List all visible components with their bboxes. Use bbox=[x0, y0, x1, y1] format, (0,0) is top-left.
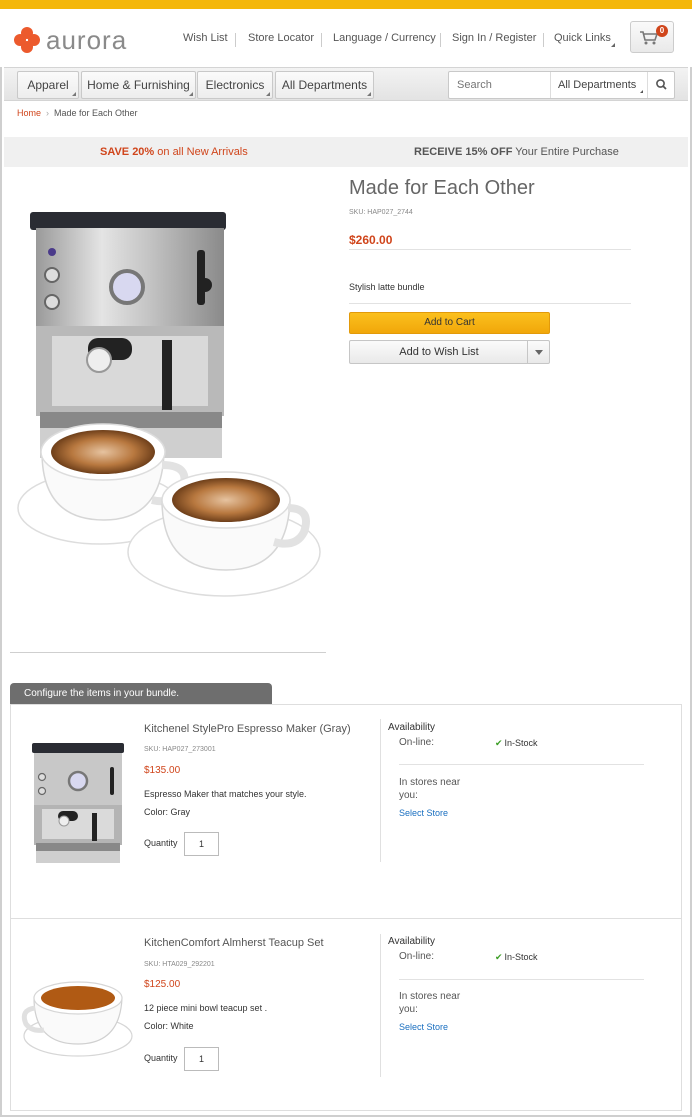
teacup-thumbnail bbox=[21, 981, 133, 1057]
bundle-item-name[interactable]: Kitchenel StylePro Espresso Maker (Gray) bbox=[144, 723, 351, 735]
wish-list-split-button: Add to Wish List bbox=[349, 340, 550, 364]
bundle-item-sku: SKU: HAP027_273001 bbox=[144, 746, 216, 753]
cart-count-badge: 0 bbox=[656, 25, 668, 37]
stock-status-text: In-Stock bbox=[504, 738, 538, 748]
accent-bar bbox=[0, 0, 692, 9]
divider bbox=[440, 33, 441, 47]
quick-links-menu[interactable]: Quick Links bbox=[554, 32, 611, 44]
divider bbox=[380, 719, 381, 862]
wish-list-dropdown-button[interactable] bbox=[527, 341, 549, 363]
promo-right-bold: RECEIVE 15% OFF bbox=[414, 146, 513, 158]
quantity-input[interactable] bbox=[184, 1047, 219, 1071]
divider bbox=[235, 33, 236, 47]
divider bbox=[543, 33, 544, 47]
dept-apparel[interactable]: Apparel bbox=[17, 71, 79, 99]
online-label: On-line: bbox=[399, 951, 435, 962]
dept-label: Home & Furnishing bbox=[87, 78, 190, 92]
promo-left-bold: SAVE 20% bbox=[100, 146, 155, 158]
bundle-config-tab: Configure the items in your bundle. bbox=[10, 683, 272, 705]
bundle-item-description: 12 piece mini bowl teacup set . bbox=[144, 1003, 268, 1013]
divider bbox=[380, 934, 381, 1077]
store-locator-link[interactable]: Store Locator bbox=[248, 32, 314, 44]
add-to-wish-list-button[interactable]: Add to Wish List bbox=[350, 341, 528, 363]
department-navbar: Apparel Home & Furnishing Electronics Al… bbox=[4, 67, 688, 101]
divider bbox=[349, 303, 631, 304]
dept-label: All Departments bbox=[281, 78, 368, 92]
search-input[interactable] bbox=[449, 72, 550, 98]
language-currency-link[interactable]: Language / Currency bbox=[333, 32, 436, 44]
availability-heading: Availability bbox=[388, 722, 436, 733]
espresso-maker-thumbnail bbox=[32, 743, 124, 863]
wish-list-link[interactable]: Wish List bbox=[183, 32, 228, 44]
online-stock-status: ✔ In-Stock bbox=[495, 952, 538, 963]
breadcrumb: Home › Made for Each Other bbox=[17, 108, 138, 118]
promo-new-arrivals[interactable]: SAVE 20% on all New Arrivals bbox=[100, 137, 248, 167]
checkmark-icon: ✔ bbox=[495, 952, 503, 962]
availability-heading: Availability bbox=[388, 936, 436, 947]
stores-near-you-label: In stores near you: bbox=[399, 991, 461, 1015]
bundle-item-name[interactable]: KitchenComfort Almherst Teacup Set bbox=[144, 937, 324, 949]
header-links: Wish List Store Locator Language / Curre… bbox=[0, 31, 692, 49]
add-to-cart-button[interactable]: Add to Cart bbox=[349, 312, 550, 334]
bundle-item-price: $125.00 bbox=[144, 979, 181, 990]
breadcrumb-separator: › bbox=[46, 108, 50, 118]
divider bbox=[349, 249, 631, 250]
dept-all-departments[interactable]: All Departments bbox=[275, 71, 374, 99]
dept-label: Apparel bbox=[27, 78, 69, 92]
quantity-input[interactable] bbox=[184, 832, 219, 856]
search-icon bbox=[656, 79, 667, 90]
stock-status-text: In-Stock bbox=[504, 952, 538, 962]
divider bbox=[10, 652, 326, 653]
online-stock-status: ✔ In-Stock bbox=[495, 738, 538, 749]
breadcrumb-current: Made for Each Other bbox=[54, 108, 138, 118]
quantity-label: Quantity bbox=[144, 838, 178, 848]
product-title: Made for Each Other bbox=[349, 177, 535, 199]
corner-caret-icon bbox=[367, 92, 371, 96]
cart-button[interactable]: 0 bbox=[630, 21, 674, 53]
search-department-select[interactable]: All Departments bbox=[550, 72, 647, 98]
select-store-link[interactable]: Select Store bbox=[399, 808, 448, 818]
divider bbox=[321, 33, 322, 47]
divider bbox=[399, 979, 644, 980]
online-label: On-line: bbox=[399, 737, 435, 748]
bundle-item-price: $135.00 bbox=[144, 765, 181, 776]
bundle-item-description: Espresso Maker that matches your style. bbox=[144, 789, 307, 799]
promo-banner: SAVE 20% on all New Arrivals RECEIVE 15%… bbox=[4, 137, 688, 167]
dept-home-furnishing[interactable]: Home & Furnishing bbox=[81, 71, 196, 99]
search-bar: All Departments bbox=[448, 71, 675, 99]
dept-label: Electronics bbox=[205, 78, 265, 92]
sign-in-link[interactable]: Sign In / Register bbox=[452, 32, 536, 44]
product-price: $260.00 bbox=[349, 233, 393, 247]
divider bbox=[10, 918, 682, 919]
cart-icon bbox=[640, 31, 658, 45]
bundle-item-color: Color: Gray bbox=[144, 807, 191, 817]
divider bbox=[399, 764, 644, 765]
promo-left-text: on all New Arrivals bbox=[154, 146, 248, 158]
select-caret-icon bbox=[640, 90, 643, 93]
bundle-item-sku: SKU: HTA029_292201 bbox=[144, 961, 215, 968]
product-image bbox=[17, 212, 321, 597]
dept-electronics[interactable]: Electronics bbox=[197, 71, 273, 99]
product-sku: SKU: HAP027_2744 bbox=[349, 209, 413, 216]
chevron-down-icon bbox=[535, 350, 543, 355]
header: aurora Wish List Store Locator Language … bbox=[0, 9, 692, 67]
promo-entire-purchase[interactable]: RECEIVE 15% OFF Your Entire Purchase bbox=[414, 137, 619, 167]
quantity-label: Quantity bbox=[144, 1053, 178, 1063]
search-button[interactable] bbox=[647, 72, 674, 98]
breadcrumb-home-link[interactable]: Home bbox=[17, 108, 41, 118]
corner-caret-icon bbox=[189, 92, 193, 96]
bundle-item-color: Color: White bbox=[144, 1021, 194, 1031]
product-description: Stylish latte bundle bbox=[349, 282, 425, 292]
promo-right-text: Your Entire Purchase bbox=[512, 146, 619, 158]
quick-links-caret-icon bbox=[611, 43, 615, 47]
corner-caret-icon bbox=[266, 92, 270, 96]
checkmark-icon: ✔ bbox=[495, 738, 503, 748]
search-department-value: All Departments bbox=[558, 79, 637, 91]
corner-caret-icon bbox=[72, 92, 76, 96]
stores-near-you-label: In stores near you: bbox=[399, 777, 461, 801]
select-store-link[interactable]: Select Store bbox=[399, 1022, 448, 1032]
